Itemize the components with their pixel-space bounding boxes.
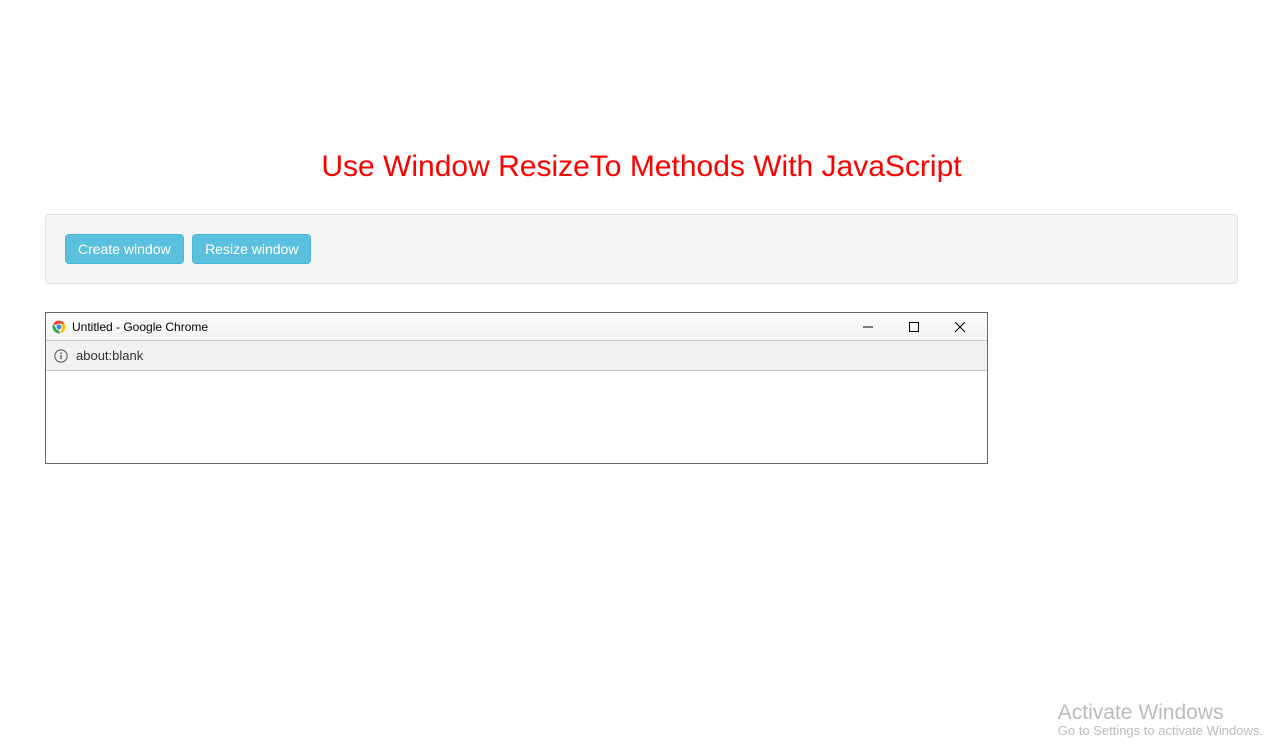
button-well: Create window Resize window <box>45 214 1238 284</box>
resize-window-button[interactable]: Resize window <box>192 234 311 264</box>
page-title: Use Window ResizeTo Methods With JavaScr… <box>0 150 1283 184</box>
watermark-title: Activate Windows <box>1058 701 1263 725</box>
popup-url[interactable]: about:blank <box>76 348 143 363</box>
popup-window-title: Untitled - Google Chrome <box>72 320 845 334</box>
watermark-subtitle: Go to Settings to activate Windows. <box>1058 723 1263 738</box>
windows-activation-watermark: Activate Windows Go to Settings to activ… <box>1058 701 1263 738</box>
popup-chrome-window: Untitled - Google Chrome about:blank <box>45 312 988 464</box>
create-window-button[interactable]: Create window <box>65 234 184 264</box>
popup-addressbar: about:blank <box>46 341 987 371</box>
popup-content-area <box>46 371 987 463</box>
chrome-icon <box>52 320 66 334</box>
close-button[interactable] <box>937 314 983 340</box>
popup-titlebar[interactable]: Untitled - Google Chrome <box>46 313 987 341</box>
window-controls <box>845 314 983 340</box>
maximize-button[interactable] <box>891 314 937 340</box>
minimize-button[interactable] <box>845 314 891 340</box>
info-icon[interactable] <box>54 349 68 363</box>
